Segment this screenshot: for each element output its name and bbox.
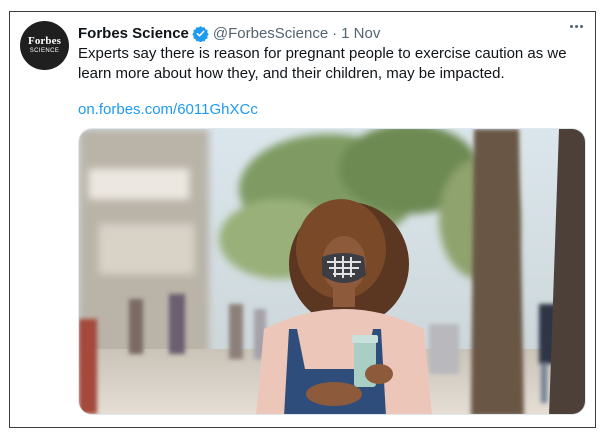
tweet-header: Forbes Science @ForbesScience · 1 Nov bbox=[78, 23, 380, 43]
tweet-date[interactable]: 1 Nov bbox=[341, 25, 380, 42]
tweet-card[interactable]: Forbes SCIENCE Forbes Science @ForbesSci… bbox=[9, 11, 596, 428]
more-dot bbox=[570, 25, 573, 28]
more-options-icon[interactable] bbox=[570, 25, 583, 28]
more-dot bbox=[575, 25, 578, 28]
more-dot bbox=[580, 25, 583, 28]
tweet-text: Experts say there is reason for pregnant… bbox=[78, 45, 567, 82]
tweet-link[interactable]: on.forbes.com/6011GhXCc bbox=[78, 100, 258, 120]
avatar-logo-text: Forbes bbox=[28, 35, 61, 47]
author-name[interactable]: Forbes Science bbox=[78, 25, 189, 42]
tweet-image[interactable] bbox=[78, 128, 586, 415]
avatar-logo-subtext: SCIENCE bbox=[29, 48, 60, 54]
verified-badge-icon bbox=[192, 25, 209, 42]
avatar[interactable]: Forbes SCIENCE bbox=[20, 21, 69, 70]
header-separator: · bbox=[332, 24, 338, 42]
author-handle[interactable]: @ForbesScience bbox=[213, 25, 328, 42]
